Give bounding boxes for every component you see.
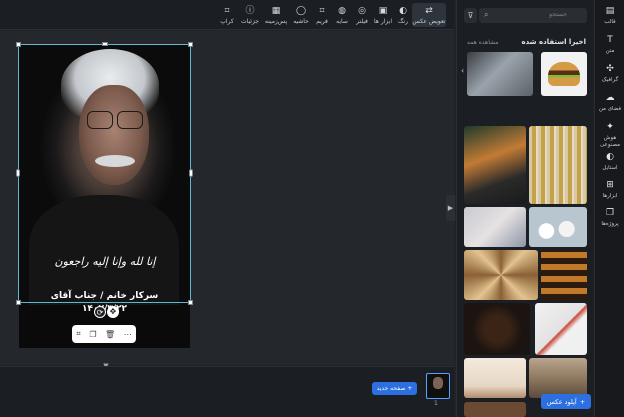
pages-bar: صفحه جدید + 1	[0, 366, 454, 417]
new-page-label: صفحه جدید	[376, 385, 406, 392]
rail-item-text[interactable]: T متن	[595, 35, 624, 55]
see-all-link[interactable]: مشاهده همه	[467, 39, 499, 46]
top-toolbar: ⇄ تعویض عکس ◐ رنگ ▣ ابزار ها ◎ فیلتر ◍ س…	[0, 0, 454, 30]
photo-shelves[interactable]	[541, 250, 587, 300]
right-rail: ▤ قالب T متن ✣ گرافیک ☁ فضای من ✦ هوش مص…	[594, 0, 624, 417]
frame-icon: ⌗	[319, 5, 325, 16]
resize-handle-tl[interactable]	[16, 42, 21, 47]
plus-icon: +	[407, 385, 413, 392]
background-tool[interactable]: ▦ پس‌زمینه	[262, 3, 290, 27]
trash-icon[interactable]: 🗑	[105, 330, 115, 339]
photo-yoga[interactable]	[464, 358, 526, 398]
projects-icon: ❐	[605, 208, 615, 218]
layout-icon: ▤	[605, 6, 615, 16]
shapes-icon: ✣	[606, 64, 614, 74]
crop-tool[interactable]: ⌗ کراپ	[216, 3, 238, 27]
recent-image-1[interactable]	[467, 52, 533, 96]
filter-tool[interactable]: ◎ فیلتر	[352, 3, 372, 27]
filter-icon: ◎	[358, 5, 366, 16]
photo-white-figures[interactable]	[529, 207, 587, 247]
border-icon: ◯	[295, 5, 307, 16]
page-thumbnail[interactable]	[426, 373, 450, 399]
resize-handle-top[interactable]	[102, 42, 108, 46]
photo-sleeping-baby[interactable]	[464, 207, 526, 247]
photo-umbrella[interactable]	[464, 250, 538, 300]
selection-frame	[18, 44, 191, 303]
chevron-left-icon[interactable]: ‹	[461, 66, 464, 75]
resize-handle-right[interactable]	[189, 169, 193, 177]
rail-item-template[interactable]: ▤ قالب	[595, 6, 624, 26]
rail-item-style[interactable]: ◐ استایل	[595, 152, 624, 172]
upload-photo-button[interactable]: آپلود عکس +	[541, 394, 591, 409]
crop-icon: ⌗	[224, 5, 230, 16]
burger-shape	[548, 62, 580, 86]
details-tool[interactable]: ⓘ جزئیات	[238, 3, 262, 27]
search-input[interactable]: ⌕ جستجو	[479, 8, 587, 23]
ai-sparkle-icon: ✦	[606, 122, 614, 132]
cloud-upload-icon: ☁	[605, 93, 615, 103]
thumbnail-portrait	[433, 377, 443, 389]
photo-extra-1[interactable]	[464, 402, 526, 417]
panel-collapse-toggle[interactable]: ▶	[446, 195, 455, 221]
photo-tools-tool[interactable]: ▣ ابزار ها	[372, 3, 394, 27]
recent-image-2[interactable]	[541, 52, 587, 96]
filter-icon[interactable]: ⊽	[464, 8, 477, 23]
text-icon: T	[607, 35, 613, 45]
color-tool[interactable]: ◐ رنگ	[394, 3, 412, 27]
resize-handle-bl[interactable]	[16, 300, 21, 305]
change-photo-tool[interactable]: ⇄ تعویض عکس	[412, 3, 446, 27]
palette-icon: ◐	[606, 152, 614, 162]
frame-tool[interactable]: ⌗ فریم	[312, 3, 332, 27]
photo-house-model[interactable]	[535, 303, 587, 355]
search-icon: ⌕	[484, 10, 489, 19]
photo-pomegranates[interactable]	[464, 303, 530, 355]
duplicate-icon[interactable]: ❐	[89, 330, 96, 339]
element-context-menu: ⌗ ❐ 🗑 ⋯	[72, 325, 136, 343]
photos-panel: ⊽ ⌕ جستجو اخیرا استفاده شده مشاهده همه ‹…	[456, 0, 594, 417]
recent-title: اخیرا استفاده شده	[521, 38, 586, 46]
rail-item-ai[interactable]: ✦ هوش مصنوعی	[595, 122, 624, 149]
rail-item-tools[interactable]: ⊞ ابزارها	[595, 180, 624, 200]
upload-label: آپلود عکس	[546, 397, 577, 406]
resize-handle-tr[interactable]	[188, 42, 193, 47]
shadow-tool[interactable]: ◍ سایه	[332, 3, 352, 27]
rail-item-my-space[interactable]: ☁ فضای من	[595, 93, 624, 113]
page-number: 1	[434, 400, 438, 407]
new-page-button[interactable]: صفحه جدید +	[372, 382, 417, 395]
background-icon: ▦	[271, 5, 281, 16]
info-icon: ⓘ	[245, 5, 255, 16]
more-icon[interactable]: ⋯	[124, 330, 132, 339]
rotate-icon[interactable]: ⟳	[94, 306, 106, 318]
shadow-icon: ◍	[338, 5, 346, 16]
resize-handle-br[interactable]	[188, 300, 193, 305]
photo-birch-forest[interactable]	[529, 126, 587, 204]
plus-icon: +	[579, 397, 586, 406]
tools-grid-icon: ⊞	[606, 180, 614, 190]
rail-item-projects[interactable]: ❐ پروژه‌ها	[595, 208, 624, 228]
border-tool[interactable]: ◯ حاشیه	[290, 3, 312, 27]
photo-tiger[interactable]	[464, 126, 526, 204]
search-placeholder: جستجو	[549, 11, 567, 18]
palette-icon: ◐	[399, 5, 407, 16]
crop-icon[interactable]: ⌗	[76, 329, 81, 339]
move-icon[interactable]: ✥	[107, 306, 119, 318]
image-tools-icon: ▣	[378, 5, 388, 16]
swap-icon: ⇄	[425, 5, 433, 16]
resize-handle-left[interactable]	[16, 169, 20, 177]
rail-item-graphics[interactable]: ✣ گرافیک	[595, 64, 624, 84]
photo-landscape[interactable]	[529, 358, 587, 398]
